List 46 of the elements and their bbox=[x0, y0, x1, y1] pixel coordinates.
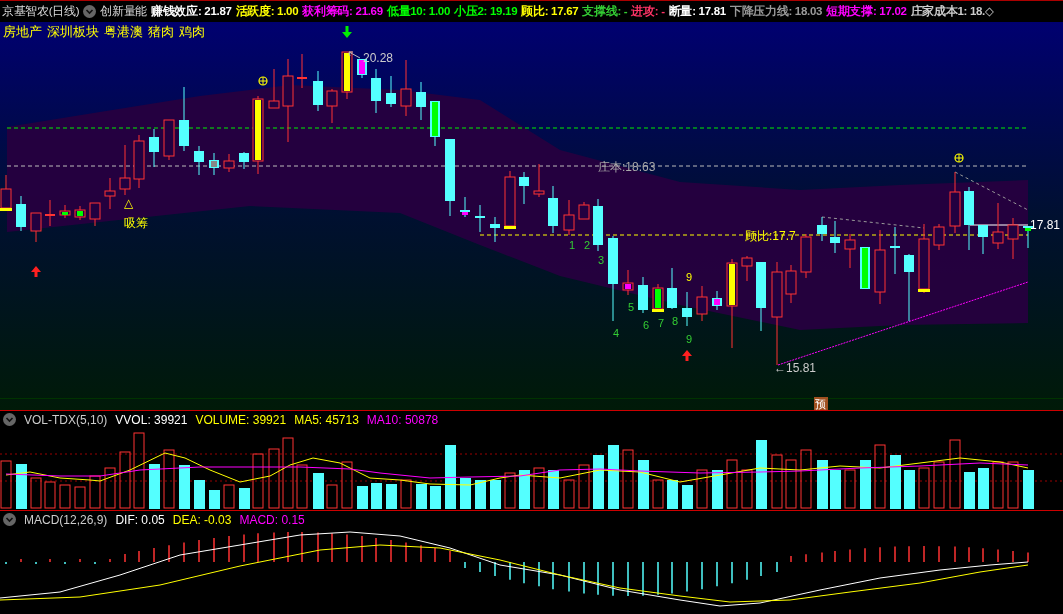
high-price-label: 20.28 bbox=[363, 51, 394, 65]
panel-title: MACD(12,26,9) bbox=[24, 512, 108, 527]
triangle-mark: △ bbox=[124, 196, 134, 210]
indicator-value: 下降压力线: 18.03 bbox=[729, 4, 823, 19]
last-price-label: 17.81 bbox=[1030, 218, 1061, 232]
indicator-value: 进攻: - bbox=[631, 4, 665, 19]
count-label: 6 bbox=[643, 319, 650, 331]
indicator-value: 庄家成本1: 18.◇ bbox=[910, 4, 994, 19]
setup-label: 9 bbox=[686, 271, 693, 283]
indicator-value: 低量10: 1.00 bbox=[386, 4, 451, 19]
sector-tag[interactable]: 深圳板块 bbox=[47, 24, 99, 41]
indicator-value: VOLUME: 39921 bbox=[195, 412, 287, 427]
indicator-value: MACD: 0.15 bbox=[239, 512, 305, 527]
sector-tag[interactable]: 猪肉 bbox=[148, 24, 174, 41]
panel-title: VOL-TDX(5,10) bbox=[24, 412, 108, 427]
count-label: 4 bbox=[613, 327, 620, 339]
forecast-badge: 预 bbox=[814, 397, 828, 410]
indicator-value: 获利筹码: 21.69 bbox=[302, 4, 383, 19]
indicator-value: 短期支撑: 17.02 bbox=[826, 4, 907, 19]
count-label: 5 bbox=[628, 301, 635, 313]
count-label: 1 bbox=[569, 239, 576, 251]
count-label: 8 bbox=[672, 315, 679, 327]
indicator-value: 顾比: 17.67 bbox=[521, 4, 579, 19]
indicator-value: VVOL: 39921 bbox=[115, 412, 188, 427]
indicator-value: 断量: 17.81 bbox=[668, 4, 726, 19]
indicator-value: 活跃度: 1.00 bbox=[235, 4, 299, 19]
cost-line-label: 庄本:18.63 bbox=[598, 160, 656, 174]
gubi-line-label: 顾比:17.7 bbox=[745, 229, 796, 243]
sector-tag[interactable]: 鸡肉 bbox=[179, 24, 205, 41]
indicator-value: DEA: -0.03 bbox=[172, 512, 232, 527]
indicator-value: 小压2: 19.19 bbox=[454, 4, 518, 19]
indicator-value: DIF: 0.05 bbox=[115, 512, 165, 527]
sector-tag[interactable]: 房地产 bbox=[3, 24, 42, 41]
sector-tag[interactable]: 粤港澳 bbox=[104, 24, 143, 41]
stock-title: 京基智农(日线) bbox=[2, 4, 80, 19]
count-label: 7 bbox=[658, 317, 665, 329]
indicator-value: 赚钱效应: 21.87 bbox=[151, 4, 232, 19]
accumulate-label: 吸筹 bbox=[124, 216, 148, 230]
count-label: 9 bbox=[686, 333, 693, 345]
indicator-value: MA5: 45713 bbox=[294, 412, 359, 427]
indicator-name[interactable]: 创新量能 bbox=[100, 4, 148, 19]
indicator-value: MA10: 50878 bbox=[366, 412, 439, 427]
count-label: 2 bbox=[584, 239, 591, 251]
low-price-label: ←15.81 bbox=[774, 361, 817, 375]
indicator-value: 支撑线: - bbox=[582, 4, 628, 19]
count-label: 3 bbox=[598, 254, 605, 266]
